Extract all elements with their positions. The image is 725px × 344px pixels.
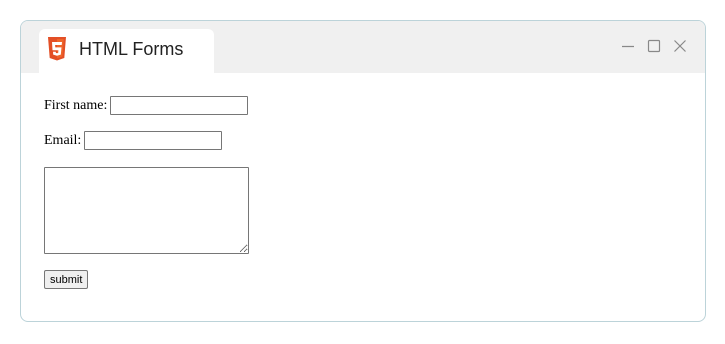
maximize-icon[interactable] — [647, 39, 661, 53]
tab-title: HTML Forms — [79, 39, 184, 59]
html5-icon — [48, 37, 66, 61]
email-input[interactable] — [84, 131, 223, 150]
email-row: Email: — [44, 131, 223, 150]
first-name-label: First name: — [44, 97, 108, 113]
tab-html-forms[interactable]: HTML Forms — [39, 29, 214, 73]
first-name-input[interactable] — [110, 96, 249, 115]
close-icon[interactable] — [673, 39, 687, 53]
first-name-row: First name: — [44, 96, 249, 115]
email-label: Email: — [44, 132, 82, 148]
message-textarea[interactable] — [44, 167, 249, 254]
browser-window: HTML Forms First name: Email: submit — [20, 20, 706, 322]
submit-button[interactable]: submit — [44, 270, 89, 289]
title-bar: HTML Forms — [21, 21, 705, 73]
window-controls — [621, 39, 687, 53]
minimize-icon[interactable] — [621, 39, 635, 53]
